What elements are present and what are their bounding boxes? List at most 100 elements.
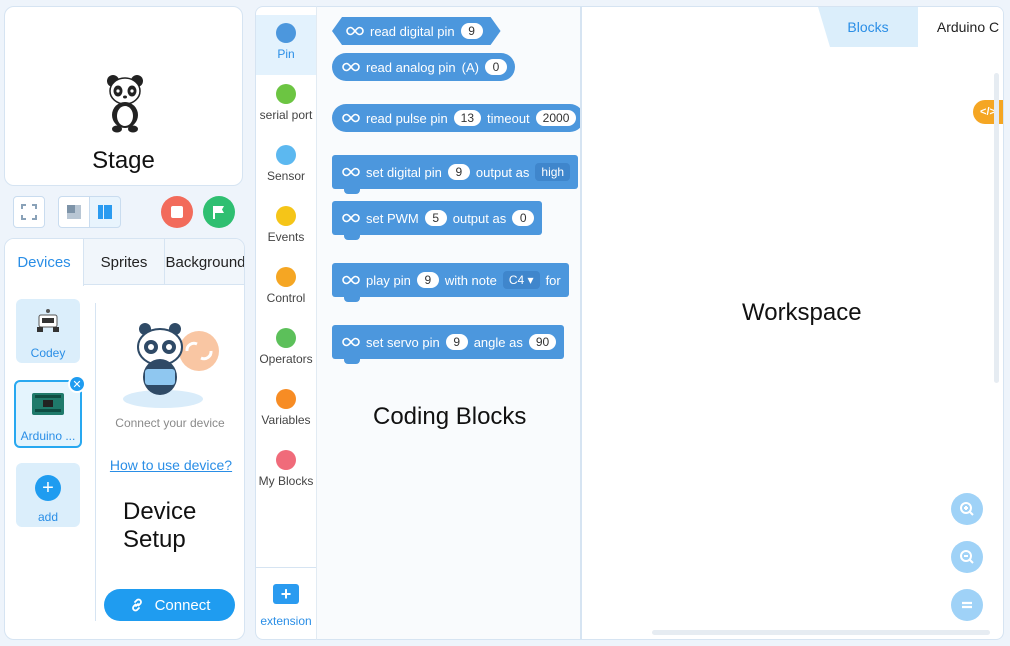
my-blocks-category-dot-icon [276, 450, 296, 470]
tab-blocks[interactable]: Blocks [818, 7, 918, 47]
zoom-in-icon [960, 502, 974, 516]
arduino-infinity-icon [342, 62, 360, 72]
operators-category-dot-icon [276, 328, 296, 348]
device-panel: Devices Sprites Background Codey Arduino… [4, 238, 245, 640]
codey-robot-icon [37, 309, 59, 332]
device-divider [95, 303, 96, 621]
block-set-digital-pin[interactable]: set digital pin 9 output as high [332, 155, 579, 194]
block-palette: read digital pin 9 read analog pin (A) 0… [316, 6, 581, 640]
tab-devices[interactable]: Devices [5, 239, 84, 286]
block-read-analog-value[interactable]: 0 [484, 59, 507, 75]
extension-label: extension [260, 614, 312, 628]
block-read-pulse-timeout-value[interactable]: 2000 [535, 110, 577, 126]
block-set-pwm[interactable]: set PWM 5 output as 0 [332, 201, 543, 240]
category-my-blocks-label: My Blocks [258, 474, 314, 488]
tab-sprites[interactable]: Sprites [84, 239, 165, 285]
category-variables[interactable]: Variables [256, 381, 316, 441]
block-read-digital-text: read digital pin [370, 23, 455, 39]
block-play-pin-note-dropdown[interactable]: C4 ▾ [502, 271, 540, 289]
small-stage-button[interactable] [58, 196, 90, 228]
control-category-dot-icon [276, 267, 296, 287]
arduino-infinity-icon [342, 167, 360, 177]
arduino-infinity-icon [342, 213, 360, 223]
category-events-label: Events [267, 230, 305, 244]
zoom-out-button[interactable] [951, 541, 983, 573]
block-set-servo-angle-value[interactable]: 90 [528, 334, 557, 350]
workspace[interactable]: Blocks Arduino C </> Workspace [581, 6, 1004, 640]
add-device-label: add [37, 510, 59, 524]
tab-background[interactable]: Background [165, 239, 244, 285]
normal-stage-button[interactable] [89, 196, 121, 228]
block-set-digital-pin-value[interactable]: 9 [447, 164, 470, 180]
category-events[interactable]: Events [256, 198, 316, 258]
category-operators[interactable]: Operators [256, 320, 316, 380]
block-set-servo-text: set servo pin [366, 334, 440, 350]
category-operators-label: Operators [259, 352, 313, 366]
normal-stage-icon [98, 205, 112, 219]
sensor-category-dot-icon [276, 145, 296, 165]
category-pin[interactable]: Pin [256, 15, 316, 75]
block-read-pulse-pin-value[interactable]: 13 [453, 110, 482, 126]
device-arduino[interactable]: Arduino ... ✕ [14, 375, 86, 448]
vertical-scrollbar[interactable] [994, 73, 999, 383]
category-pin-label: Pin [277, 47, 295, 61]
add-device-button[interactable]: + add [16, 463, 80, 527]
horizontal-scrollbar[interactable] [652, 630, 990, 635]
block-read-digital-pin[interactable]: read digital pin 9 [332, 17, 501, 45]
block-play-pin-text: play pin [366, 272, 411, 288]
stage-panel: Stage [4, 6, 243, 186]
workspace-label: Workspace [742, 299, 862, 326]
block-read-analog-text: read analog pin [366, 59, 456, 75]
device-codey[interactable]: Codey [16, 299, 80, 363]
category-serial-port-label: serial port [259, 108, 313, 122]
block-set-pwm-pin-value[interactable]: 5 [424, 210, 447, 226]
block-set-servo-angle-label: angle as [473, 334, 523, 350]
arduino-infinity-icon [346, 26, 364, 36]
device-codey-label: Codey [30, 346, 66, 360]
extension-button[interactable]: + extension [256, 567, 316, 639]
category-control[interactable]: Control [256, 259, 316, 319]
remove-device-icon[interactable]: ✕ [68, 375, 86, 393]
how-to-use-device-link[interactable]: How to use device? [105, 457, 237, 473]
tab-arduino-c[interactable]: Arduino C [918, 7, 1003, 47]
block-read-pulse-text: read pulse pin [366, 110, 448, 126]
fullscreen-button[interactable] [13, 196, 45, 228]
events-category-dot-icon [276, 206, 296, 226]
connect-button-label: Connect [154, 596, 211, 614]
panda-connect-illustration-icon [123, 323, 219, 408]
block-play-pin[interactable]: play pin 9 with note C4 ▾ for [332, 263, 569, 302]
category-strip: Pin serial port Sensor Events Control Op… [255, 6, 316, 640]
block-set-digital-text: set digital pin [366, 164, 442, 180]
block-set-servo-pin[interactable]: set servo pin 9 angle as 90 [332, 325, 565, 364]
variables-category-dot-icon [276, 389, 296, 409]
zoom-out-icon [960, 550, 974, 564]
connect-caption: Connect your device [115, 416, 225, 430]
block-read-analog-pin[interactable]: read analog pin (A) 0 [332, 53, 515, 81]
small-stage-icon [67, 205, 81, 219]
fullscreen-icon [21, 204, 37, 220]
block-read-analog-prefix: (A) [461, 59, 479, 75]
category-my-blocks[interactable]: My Blocks [256, 442, 316, 502]
device-tabs: Devices Sprites Background [5, 239, 244, 286]
add-extension-icon: + [273, 584, 299, 604]
category-variables-label: Variables [261, 413, 311, 427]
zoom-in-button[interactable] [951, 493, 983, 525]
block-set-pwm-value[interactable]: 0 [512, 210, 535, 226]
stop-button[interactable] [161, 196, 193, 228]
block-set-pwm-output-label: output as [452, 210, 507, 226]
block-read-pulse-timeout-label: timeout [487, 110, 530, 126]
block-set-digital-level-dropdown[interactable]: high [535, 163, 571, 181]
category-serial-port[interactable]: serial port [256, 76, 316, 136]
block-read-pulse-pin[interactable]: read pulse pin 13 timeout 2000 [332, 104, 580, 132]
connect-button[interactable]: Connect [104, 589, 235, 621]
block-read-digital-pin-value[interactable]: 9 [461, 23, 483, 39]
category-sensor[interactable]: Sensor [256, 137, 316, 197]
zoom-reset-icon [962, 601, 972, 609]
category-sensor-label: Sensor [266, 169, 306, 183]
serial-port-category-dot-icon [276, 84, 296, 104]
block-play-pin-value[interactable]: 9 [416, 272, 439, 288]
zoom-reset-button[interactable] [951, 589, 983, 621]
flag-icon [213, 206, 224, 219]
green-flag-button[interactable] [203, 196, 235, 228]
block-set-servo-pin-value[interactable]: 9 [445, 334, 468, 350]
